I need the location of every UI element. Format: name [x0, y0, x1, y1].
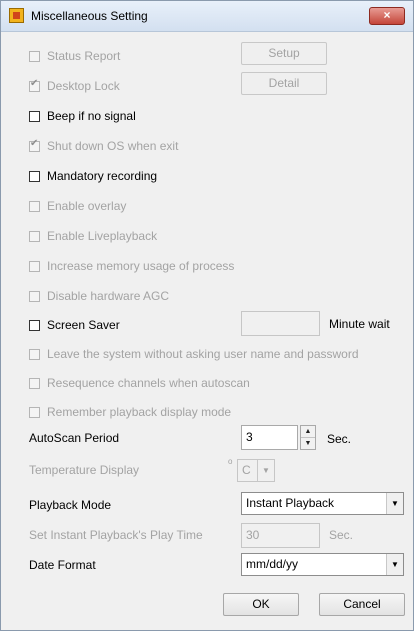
playback-mode-select[interactable]: Instant Playback ▼ — [241, 492, 404, 515]
resequence-option[interactable]: Resequence channels when autoscan — [29, 375, 250, 391]
app-icon — [9, 8, 24, 23]
close-button[interactable]: × — [369, 7, 405, 25]
misc-settings-dialog: Miscellaneous Setting × Status Report Se… — [0, 0, 414, 631]
beep-no-signal-label: Beep if no signal — [47, 109, 136, 123]
date-format-label: Date Format — [29, 558, 96, 572]
leave-system-label: Leave the system without asking user nam… — [47, 347, 359, 361]
leave-system-option[interactable]: Leave the system without asking user nam… — [29, 346, 359, 362]
remember-playback-label: Remember playback display mode — [47, 405, 232, 419]
enable-overlay-label: Enable overlay — [47, 199, 127, 213]
title-bar: Miscellaneous Setting × — [1, 1, 413, 32]
chevron-down-icon[interactable]: ▼ — [386, 554, 403, 575]
cancel-button[interactable]: Cancel — [319, 593, 405, 616]
increase-memory-checkbox[interactable] — [29, 260, 40, 272]
enable-liveplayback-checkbox[interactable] — [29, 230, 40, 242]
disable-agc-option[interactable]: Disable hardware AGC — [29, 288, 169, 304]
enable-overlay-checkbox[interactable] — [29, 200, 40, 212]
disable-agc-label: Disable hardware AGC — [47, 289, 170, 303]
chevron-down-icon[interactable]: ▼ — [257, 460, 274, 481]
enable-liveplayback-option[interactable]: Enable Liveplayback — [29, 228, 157, 244]
setup-button[interactable]: Setup — [241, 42, 327, 65]
remember-playback-checkbox[interactable] — [29, 406, 40, 418]
check-mark-icon: ✔ — [30, 137, 39, 149]
shutdown-os-checkbox[interactable]: ✔ — [29, 137, 40, 152]
desktop-lock-option[interactable]: ✔ Desktop Lock — [29, 78, 120, 94]
date-format-value: mm/dd/yy — [246, 557, 299, 571]
chevron-down-icon[interactable]: ▼ — [386, 493, 403, 514]
instant-play-time-label: Set Instant Playback's Play Time — [29, 528, 203, 542]
status-report-label: Status Report — [47, 49, 121, 63]
leave-system-checkbox[interactable] — [29, 348, 40, 360]
beep-no-signal-option[interactable]: Beep if no signal — [29, 108, 136, 124]
autoscan-spinner[interactable]: ▲ ▼ — [300, 425, 316, 450]
check-mark-icon: ✔ — [30, 77, 39, 89]
screen-saver-checkbox[interactable] — [29, 319, 40, 331]
detail-button[interactable]: Detail — [241, 72, 327, 95]
autoscan-unit: Sec. — [327, 432, 352, 446]
instant-play-time-input[interactable]: 30 — [241, 523, 320, 548]
dialog-body: Status Report Setup ✔ Desktop Lock Detai… — [1, 32, 413, 630]
status-report-checkbox[interactable] — [29, 50, 40, 62]
desktop-lock-label: Desktop Lock — [47, 79, 120, 93]
shutdown-os-option[interactable]: ✔ Shut down OS when exit — [29, 138, 178, 154]
instant-play-time-unit: Sec. — [329, 528, 354, 542]
temperature-unit-select[interactable]: C ▼ — [237, 459, 275, 482]
beep-no-signal-checkbox[interactable] — [29, 110, 40, 122]
screen-saver-option[interactable]: Screen Saver — [29, 317, 120, 333]
screen-saver-label: Screen Saver — [47, 318, 120, 332]
date-format-select[interactable]: mm/dd/yy ▼ — [241, 553, 404, 576]
degree-symbol: o — [228, 457, 233, 466]
desktop-lock-checkbox[interactable]: ✔ — [29, 77, 40, 92]
screen-saver-minutes-input[interactable] — [241, 311, 320, 336]
playback-mode-label: Playback Mode — [29, 498, 112, 512]
window-title: Miscellaneous Setting — [31, 9, 148, 23]
remember-playback-option[interactable]: Remember playback display mode — [29, 404, 231, 420]
enable-overlay-option[interactable]: Enable overlay — [29, 198, 126, 214]
autoscan-period-input[interactable]: 3 — [241, 425, 298, 450]
temperature-display-label: Temperature Display — [29, 463, 140, 477]
minute-wait-label: Minute wait — [329, 317, 390, 331]
playback-mode-value: Instant Playback — [246, 496, 335, 510]
resequence-label: Resequence channels when autoscan — [47, 376, 250, 390]
increase-memory-option[interactable]: Increase memory usage of process — [29, 258, 234, 274]
mandatory-recording-checkbox[interactable] — [29, 170, 40, 182]
autoscan-period-label: AutoScan Period — [29, 431, 120, 445]
ok-button[interactable]: OK — [223, 593, 299, 616]
disable-agc-checkbox[interactable] — [29, 290, 40, 302]
spin-down-icon[interactable]: ▼ — [301, 438, 315, 449]
shutdown-os-label: Shut down OS when exit — [47, 139, 179, 153]
resequence-checkbox[interactable] — [29, 377, 40, 389]
increase-memory-label: Increase memory usage of process — [47, 259, 235, 273]
mandatory-recording-option[interactable]: Mandatory recording — [29, 168, 157, 184]
status-report-option[interactable]: Status Report — [29, 48, 120, 64]
spin-up-icon[interactable]: ▲ — [301, 426, 315, 438]
enable-liveplayback-label: Enable Liveplayback — [47, 229, 158, 243]
temperature-unit-value: C — [242, 463, 251, 477]
mandatory-recording-label: Mandatory recording — [47, 169, 158, 183]
